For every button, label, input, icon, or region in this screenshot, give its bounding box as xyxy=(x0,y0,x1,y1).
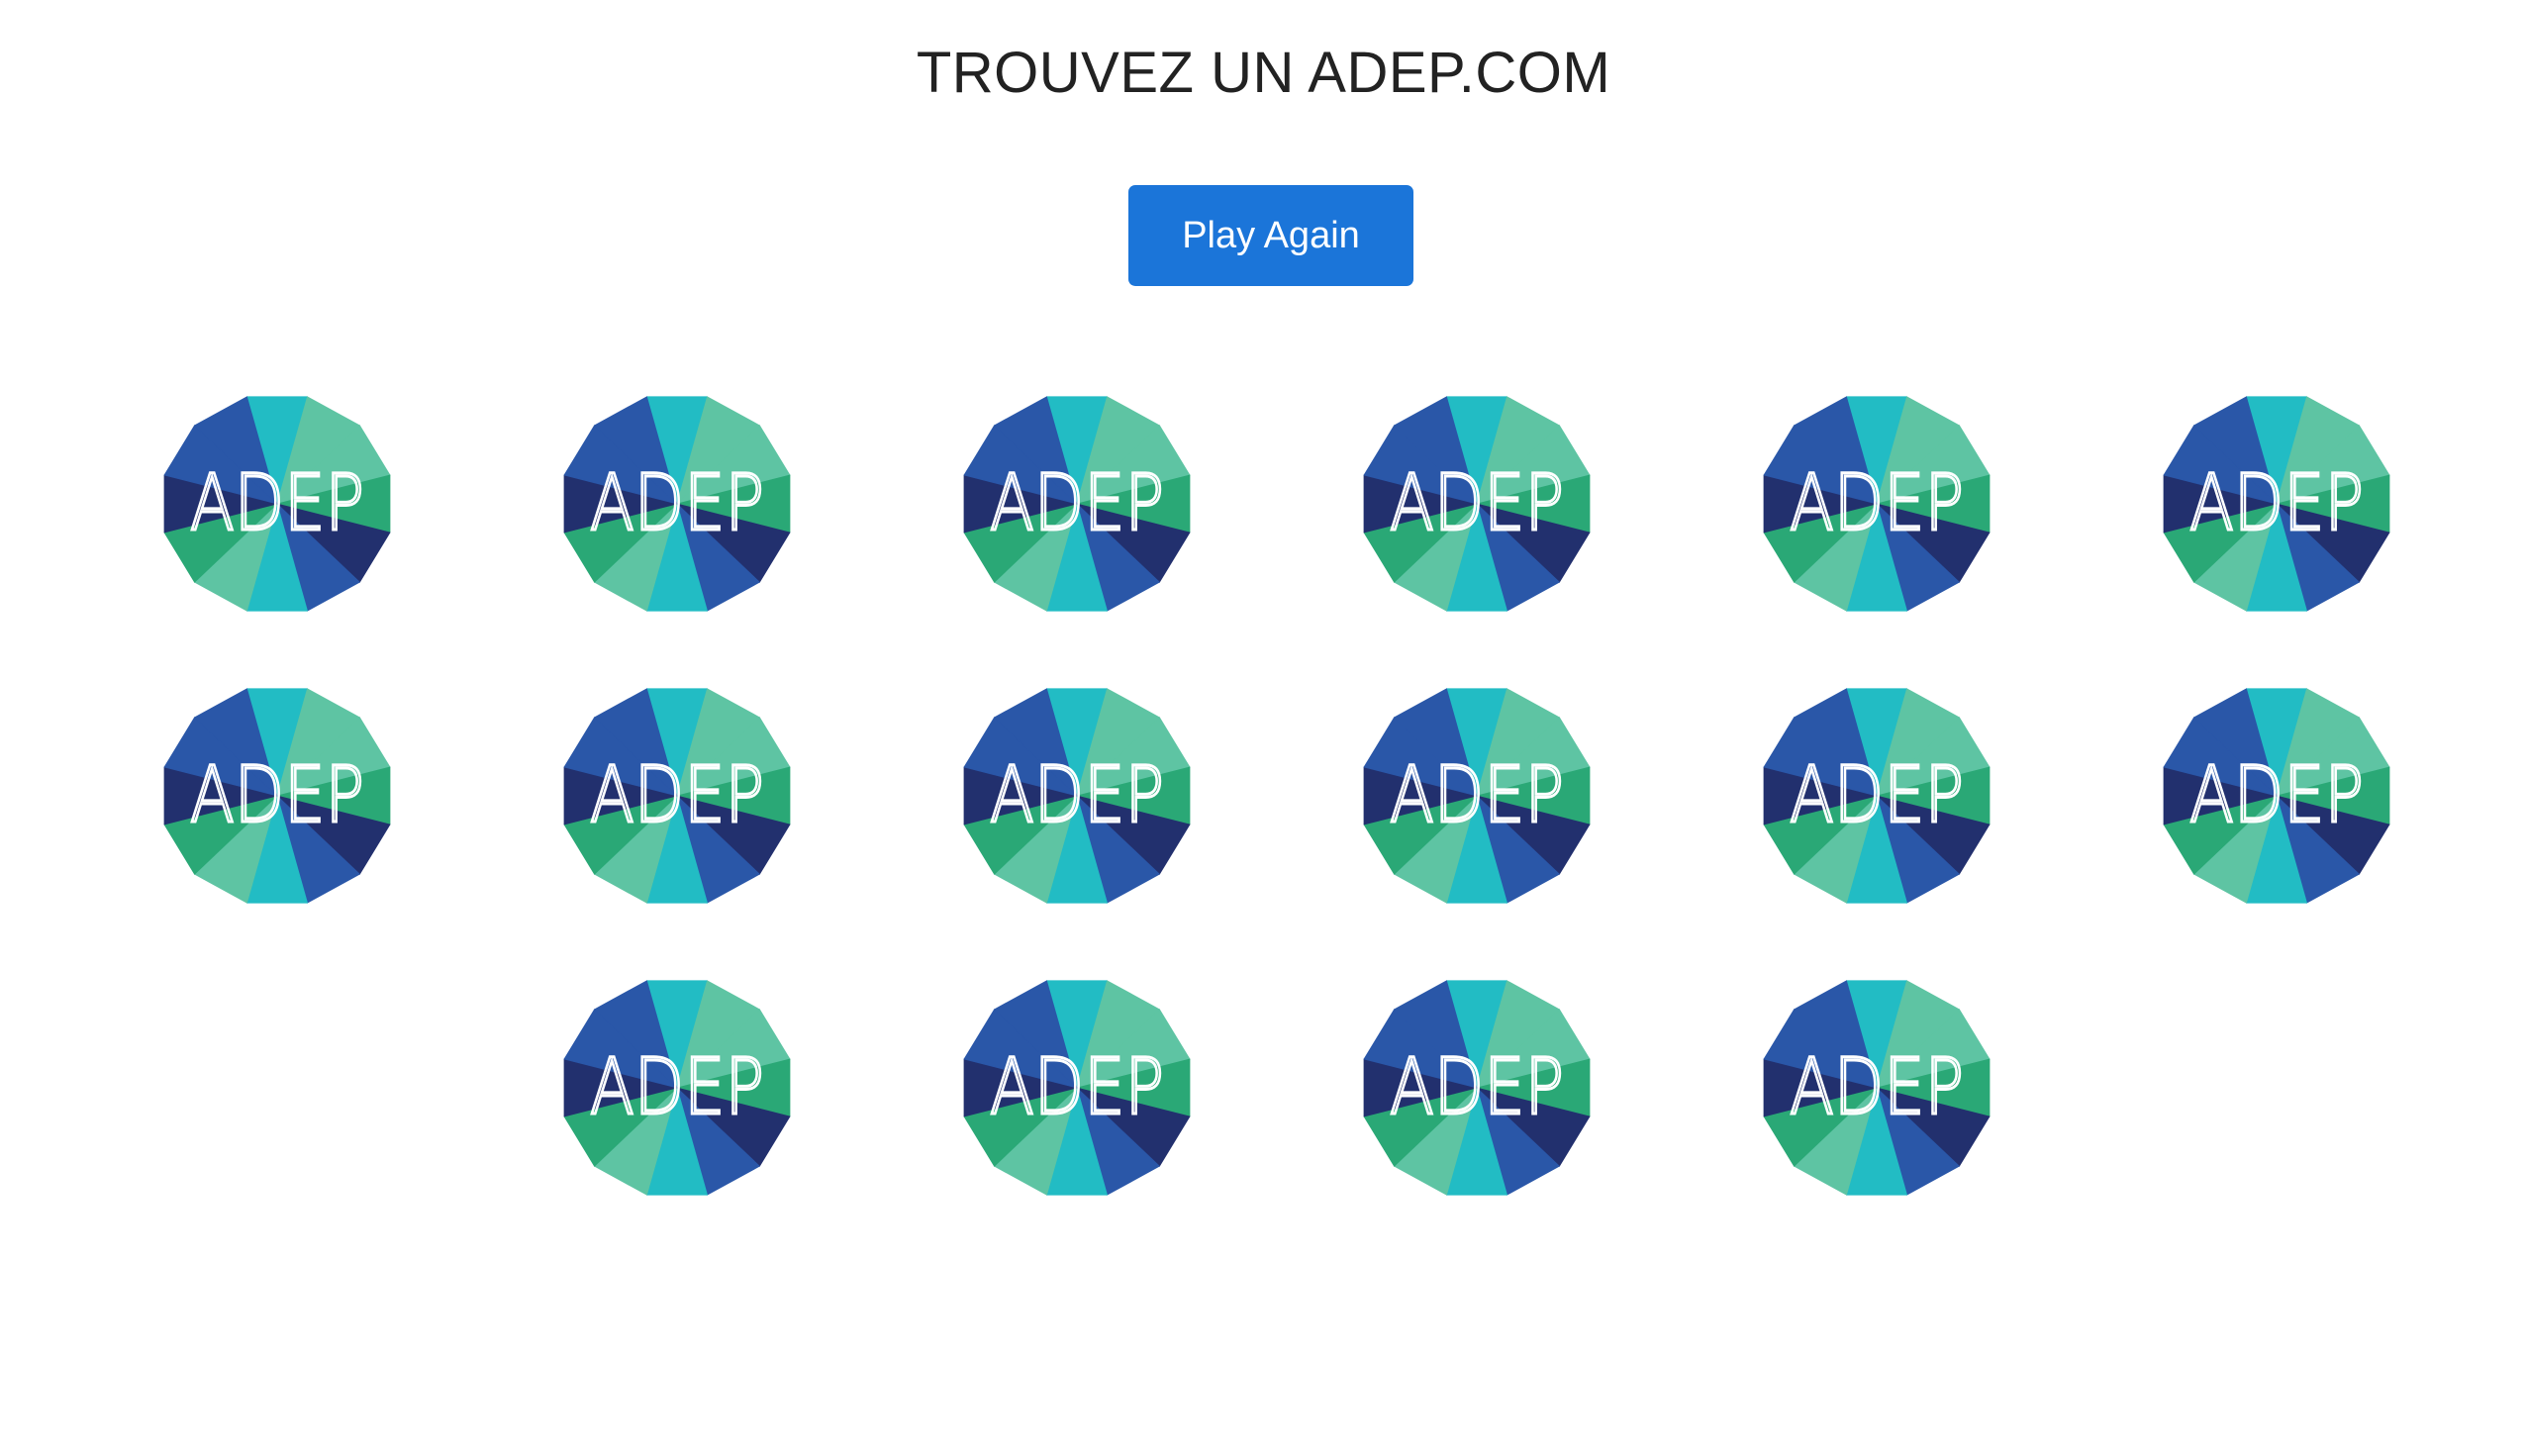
card-logo-text: ADEP xyxy=(1790,751,1964,840)
adep-logo-icon: ADEP xyxy=(1763,980,1991,1196)
card-logo-text: ADEP xyxy=(1390,459,1564,548)
adep-logo-icon: ADEP xyxy=(963,980,1191,1196)
adep-logo-icon: ADEP xyxy=(1363,980,1591,1196)
card-logo-text: ADEP xyxy=(1790,1043,1964,1132)
memory-card[interactable]: ADEP xyxy=(158,683,396,909)
card-logo-text: ADEP xyxy=(590,751,764,840)
card-logo-text: ADEP xyxy=(990,751,1164,840)
adep-logo-icon: ADEP xyxy=(2163,396,2390,612)
card-logo-text: ADEP xyxy=(1390,751,1564,840)
memory-card[interactable]: ADEP xyxy=(558,683,796,909)
adep-logo-icon: ADEP xyxy=(163,688,391,904)
memory-card[interactable]: ADEP xyxy=(1758,683,1995,909)
memory-card[interactable]: ADEP xyxy=(1758,975,1995,1201)
card-logo-text: ADEP xyxy=(590,1043,764,1132)
card-logo-text: ADEP xyxy=(2189,751,2364,840)
memory-card[interactable]: ADEP xyxy=(2158,391,2395,617)
memory-card[interactable]: ADEP xyxy=(558,975,796,1201)
adep-logo-icon: ADEP xyxy=(563,396,791,612)
memory-card[interactable]: ADEP xyxy=(158,391,396,617)
card-logo-text: ADEP xyxy=(190,459,364,548)
memory-card[interactable]: ADEP xyxy=(1358,975,1596,1201)
adep-logo-icon: ADEP xyxy=(1763,688,1991,904)
memory-card[interactable]: ADEP xyxy=(958,683,1196,909)
adep-logo-icon: ADEP xyxy=(563,688,791,904)
card-logo-text: ADEP xyxy=(2189,459,2364,548)
adep-logo-icon: ADEP xyxy=(963,396,1191,612)
game-page: TROUVEZ UN ADEP.COM Play Again ADEP ADEP A… xyxy=(0,0,2527,1456)
memory-card[interactable]: ADEP xyxy=(1358,683,1596,909)
card-logo-text: ADEP xyxy=(1390,1043,1564,1132)
memory-card[interactable]: ADEP xyxy=(2158,683,2395,909)
card-logo-text: ADEP xyxy=(1790,459,1964,548)
memory-card[interactable]: ADEP xyxy=(558,391,796,617)
adep-logo-icon: ADEP xyxy=(2163,688,2390,904)
card-logo-text: ADEP xyxy=(190,751,364,840)
card-grid: ADEP ADEP ADEP ADEP ADEP ADEP ADEP ADEP ADEP ADEP… xyxy=(0,0,2527,1456)
adep-logo-icon: ADEP xyxy=(163,396,391,612)
memory-card[interactable]: ADEP xyxy=(1758,391,1995,617)
adep-logo-icon: ADEP xyxy=(563,980,791,1196)
memory-card[interactable]: ADEP xyxy=(958,391,1196,617)
adep-logo-icon: ADEP xyxy=(1363,396,1591,612)
adep-logo-icon: ADEP xyxy=(963,688,1191,904)
memory-card[interactable]: ADEP xyxy=(1358,391,1596,617)
adep-logo-icon: ADEP xyxy=(1763,396,1991,612)
card-logo-text: ADEP xyxy=(990,1043,1164,1132)
adep-logo-icon: ADEP xyxy=(1363,688,1591,904)
card-logo-text: ADEP xyxy=(990,459,1164,548)
memory-card[interactable]: ADEP xyxy=(958,975,1196,1201)
card-logo-text: ADEP xyxy=(590,459,764,548)
